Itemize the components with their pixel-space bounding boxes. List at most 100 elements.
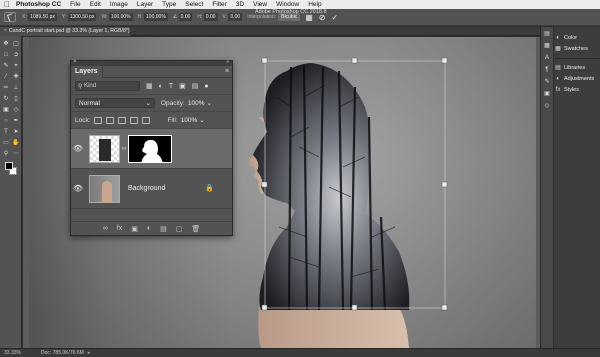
panel-menu-icon[interactable]: ≡ xyxy=(225,68,229,75)
eyedropper-tool-icon[interactable]: ⁄ xyxy=(2,73,10,81)
vskew-value[interactable]: 0.00 xyxy=(228,13,243,21)
lasso-tool-icon[interactable]: ➲ xyxy=(12,51,20,59)
panel-adjustments[interactable]: ◐ Adjustments xyxy=(555,74,600,84)
hand-tool-icon[interactable]: ✋ xyxy=(12,139,20,147)
w-value[interactable]: 100.00% xyxy=(108,13,133,21)
hskew-value[interactable]: 0.00 xyxy=(203,13,218,21)
properties-panel-icon[interactable]: ▦ xyxy=(544,43,551,50)
x-field[interactable]: X: 1089.50 px xyxy=(22,13,57,21)
new-group-icon[interactable]: ▤ xyxy=(160,225,167,233)
new-layer-icon[interactable]: ▢ xyxy=(176,225,183,233)
adjustment-filter-icon[interactable]: ◐ xyxy=(159,83,163,90)
fill-value[interactable]: 100% xyxy=(181,117,198,124)
commit-transform-icon[interactable]: ✓ xyxy=(332,13,339,22)
close-panel-icon[interactable]: × xyxy=(73,59,77,65)
angle-field[interactable]: ∠ 0.00 xyxy=(173,13,193,21)
type-filter-icon[interactable]: T xyxy=(169,83,173,90)
path-select-tool-icon[interactable]: ➤ xyxy=(12,128,20,136)
visibility-eye-icon[interactable]: 👁 xyxy=(71,184,85,193)
x-value[interactable]: 1089.50 px xyxy=(28,13,57,21)
menu-edit[interactable]: Edit xyxy=(90,1,101,8)
lock-all-icon[interactable] xyxy=(141,116,150,124)
shape-tool-icon[interactable]: ▭ xyxy=(2,139,10,147)
history-panel-icon[interactable]: ▤ xyxy=(544,31,551,38)
opacity-chevron-icon[interactable]: ⌄ xyxy=(206,99,211,107)
layer-row-layer1[interactable]: 👁 ∞ xyxy=(71,129,232,169)
clone-stamp-tool-icon[interactable]: ⊥ xyxy=(12,84,20,92)
document-size[interactable]: Doc: 785.0K/76.6M xyxy=(41,350,84,356)
brush-tool-icon[interactable]: ✑ xyxy=(2,84,10,92)
menu-image[interactable]: Image xyxy=(110,1,128,8)
background-layer-name[interactable]: Background xyxy=(128,185,165,192)
opacity-value[interactable]: 100% xyxy=(188,100,205,107)
channels-panel-icon[interactable]: ▣ xyxy=(544,91,551,98)
character-panel-icon[interactable]: A xyxy=(544,55,551,62)
status-arrow-icon[interactable]: ▸ xyxy=(88,350,91,356)
dodge-tool-icon[interactable]: ○ xyxy=(2,117,10,125)
layer1-thumbnail[interactable] xyxy=(89,134,120,163)
zoom-level[interactable]: 33.33% xyxy=(4,350,21,356)
paragraph-panel-icon[interactable]: ¶ xyxy=(544,67,551,74)
blend-mode-select[interactable]: Normal ⌄ xyxy=(75,98,155,108)
type-tool-icon[interactable]: T xyxy=(2,128,10,136)
h-field[interactable]: H: 100.00% xyxy=(138,13,168,21)
background-thumbnail[interactable] xyxy=(89,174,120,203)
menu-view[interactable]: View xyxy=(253,1,267,8)
trash-icon[interactable]: 🗑 xyxy=(191,225,200,233)
pen-tool-icon[interactable]: ✒ xyxy=(12,117,20,125)
layer-row-background[interactable]: 👁 Background 🔒 xyxy=(71,169,232,209)
angle-value[interactable]: 0.00 xyxy=(178,13,193,21)
color-swatches[interactable] xyxy=(5,162,17,176)
healing-tool-icon[interactable]: ✚ xyxy=(12,73,20,81)
shape-filter-icon[interactable]: ▣ xyxy=(179,82,186,90)
foreground-color-swatch[interactable] xyxy=(5,162,13,170)
link-mask-icon[interactable]: ∞ xyxy=(122,146,126,152)
menu-filter[interactable]: Filter xyxy=(212,1,226,8)
link-layers-icon[interactable]: ∞ xyxy=(103,225,108,232)
marquee-tool-icon[interactable]: □ xyxy=(2,51,10,59)
hskew-field[interactable]: H: 0.00 xyxy=(197,13,218,21)
apple-menu-icon[interactable]:  xyxy=(4,0,10,9)
close-tab-icon[interactable]: × xyxy=(4,28,7,34)
menu-app[interactable]: Photoshop CC xyxy=(16,1,61,8)
brushes-panel-icon[interactable]: ✎ xyxy=(544,79,551,86)
lock-position-icon[interactable] xyxy=(117,116,126,124)
layers-panel[interactable]: × » Layers ≡ ⚲ Kind ▦ ◐ T ▣ ▤ ● Normal ⌄ … xyxy=(70,59,233,236)
menu-window[interactable]: Window xyxy=(276,1,299,8)
artboard-tool-icon[interactable]: ▢ xyxy=(12,40,20,48)
lock-transparent-icon[interactable] xyxy=(93,116,102,124)
history-brush-tool-icon[interactable]: ↻ xyxy=(2,95,10,103)
layers-panel-title[interactable]: Layers xyxy=(71,66,103,78)
menu-3d[interactable]: 3D xyxy=(236,1,244,8)
document-tab[interactable]: × CandC portrait start.psd @ 33.3% (Layer… xyxy=(0,27,130,36)
eraser-tool-icon[interactable]: ▯ xyxy=(12,95,20,103)
menu-type[interactable]: Type xyxy=(162,1,176,8)
gradient-tool-icon[interactable]: ▣ xyxy=(2,106,10,114)
quick-select-tool-icon[interactable]: ✎ xyxy=(2,62,10,70)
fill-chevron-icon[interactable]: ⌄ xyxy=(199,116,204,124)
add-mask-icon[interactable]: ▣ xyxy=(131,225,138,233)
more-tools-icon[interactable]: ⋯ xyxy=(12,150,20,158)
filter-toggle-icon[interactable]: ● xyxy=(204,83,208,90)
w-field[interactable]: W: 100.00% xyxy=(101,13,133,21)
y-field[interactable]: Y: 1300.50 px xyxy=(62,13,97,21)
lock-artboard-icon[interactable] xyxy=(129,116,138,124)
panel-swatches[interactable]: ▦ Swatches xyxy=(555,44,600,54)
collapse-panel-icon[interactable]: » xyxy=(226,59,229,65)
menu-help[interactable]: Help xyxy=(308,1,321,8)
smart-object-filter-icon[interactable]: ▤ xyxy=(192,82,199,90)
kind-filter-select[interactable]: ⚲ Kind xyxy=(75,81,140,91)
pixel-filter-icon[interactable]: ▦ xyxy=(146,82,153,90)
layer1-mask-thumbnail[interactable] xyxy=(128,134,173,163)
visibility-eye-icon[interactable]: 👁 xyxy=(71,144,85,153)
menu-file[interactable]: File xyxy=(70,1,80,8)
fx-icon[interactable]: fx xyxy=(117,225,122,232)
panel-styles[interactable]: fx Styles xyxy=(555,85,600,95)
vskew-field[interactable]: V: 0.00 xyxy=(223,13,243,21)
move-tool-icon[interactable]: ✥ xyxy=(2,40,10,48)
zoom-tool-icon[interactable]: ⚲ xyxy=(2,150,10,158)
adjustment-layer-icon[interactable]: ◐ xyxy=(147,225,151,232)
blur-tool-icon[interactable]: ◇ xyxy=(12,106,20,114)
panel-color[interactable]: ◐ Color xyxy=(555,33,600,43)
move-tool-preset-icon[interactable] xyxy=(4,12,16,22)
